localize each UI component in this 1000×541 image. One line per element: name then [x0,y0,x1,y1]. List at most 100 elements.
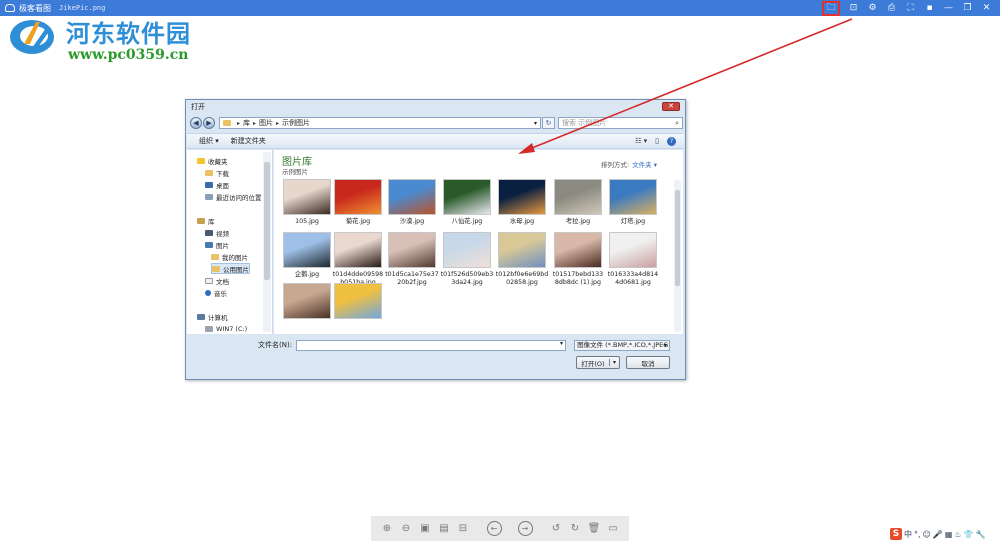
ime-tray-icon[interactable]: °, [914,530,921,539]
file-name-label: t01f526d509eb33da24.jpg [440,271,494,286]
navigation-pane: 收藏夹 下载 桌面 最近访问的位置 库 视频 图片 我的图片 公用图片 文档 音… [187,150,273,334]
ime-tray-icon[interactable]: ☺ [923,530,931,539]
restore-icon[interactable]: ❐ [960,1,975,15]
search-icon: ⌕ [675,118,679,127]
previous-icon[interactable]: ← [486,521,502,536]
crop-icon[interactable]: ⊡ [846,1,861,15]
organize-button[interactable]: 组织 ▾ [199,136,219,146]
nav-video[interactable]: 视频 [205,227,229,238]
file-thumbnail[interactable]: 八仙花.jpg [441,179,493,226]
file-type-filter[interactable]: 图像文件 (*.BMP,*.ICO,*.JPEG ▾ [574,339,671,351]
file-thumbnail[interactable] [281,283,333,319]
ime-tray-icon[interactable]: ♨ [954,530,961,539]
file-thumbnail[interactable]: 105.jpg [281,179,333,226]
file-thumbnail[interactable]: 沙漠.jpg [386,179,438,226]
new-folder-button[interactable]: 新建文件夹 [231,136,266,146]
nav-public-pictures[interactable]: 公用图片 [211,263,250,274]
minimize-icon[interactable]: — [941,1,956,15]
delete-icon[interactable]: 🗑 [587,521,602,536]
address-dropdown-icon[interactable]: ▾ [534,120,537,127]
file-thumbnail[interactable]: t01d5ca1e75e3720b2f.jpg [385,232,439,287]
address-bar[interactable]: ▸ 库 ▸ 图片 ▸ 示例图片 ▾ [219,117,541,129]
file-thumbnail[interactable]: 灯塔.jpg [607,179,659,226]
open-options-chevron-icon[interactable]: ▾ [609,359,619,366]
nav-download[interactable]: 下载 [205,167,229,178]
dialog-close-button[interactable]: ✕ [662,102,680,111]
actual-size-icon[interactable]: ▤ [437,521,452,536]
file-thumbnail[interactable]: t01f526d509eb33da24.jpg [441,232,493,287]
close-icon[interactable]: ✕ [979,1,994,15]
music-icon [205,289,211,296]
thumbnail-image [443,179,491,215]
nav-desktop[interactable]: 桌面 [205,179,229,190]
thumbnail-image [283,232,331,268]
nav-pictures[interactable]: 图片 [205,239,229,250]
next-icon[interactable]: → [517,521,533,536]
file-thumbnail[interactable]: 考拉.jpg [552,179,604,226]
rotate-right-icon[interactable]: ↻ [568,521,583,536]
nav-favorites[interactable]: 收藏夹 [197,155,228,166]
open-button[interactable]: 打开(O) ▾ [576,356,620,369]
nav-my-pictures[interactable]: 我的图片 [211,251,248,262]
search-input[interactable]: 搜索 示例图片 ⌕ [558,117,683,129]
thumbnail-image [443,232,491,268]
save-icon[interactable]: ▭ [606,521,621,536]
filename-label: 文件名(N): [258,341,293,349]
open-folder-icon[interactable]: 🗀 [822,0,840,16]
nav-scrollbar[interactable] [263,152,271,332]
nav-documents[interactable]: 文档 [205,275,229,286]
file-thumbnail[interactable]: 企鹅.jpg [281,232,333,279]
ime-tray-icon[interactable]: 🔧 [976,530,986,539]
nav-scroll-thumb[interactable] [264,162,270,280]
ime-tray-icon[interactable]: 👕 [964,530,974,539]
file-list-scrollbar[interactable] [674,180,681,332]
file-thumbnail[interactable]: 菊花.jpg [332,179,384,226]
forward-button[interactable]: ▶ [203,117,215,129]
view-options-icon[interactable]: ☷ ▾ [635,137,647,145]
open-file-dialog: 打开 ✕ ◀ ▶ ▸ 库 ▸ 图片 ▸ 示例图片 ▾ ↻ 搜索 示例图片 ⌕ 组… [185,99,686,380]
breadcrumb-library[interactable]: 库 [243,118,250,128]
breadcrumb-pictures[interactable]: 图片 [259,118,273,128]
file-name-label: t01d5ca1e75e3720b2f.jpg [385,271,439,286]
sogou-logo-icon[interactable]: S [890,528,902,540]
rotate-left-icon[interactable]: ↺ [549,521,564,536]
cancel-button[interactable]: 取消 [626,356,670,369]
documents-icon [205,277,213,284]
zoom-out-icon[interactable]: ⊖ [399,521,414,536]
thumbnail-image [334,179,382,215]
pin-icon[interactable]: ▪ [922,1,937,15]
back-button[interactable]: ◀ [190,117,202,129]
nav-libraries[interactable]: 库 [197,215,215,226]
refresh-button[interactable]: ↻ [542,117,555,129]
ime-tray-icon[interactable]: 🎤 [933,530,943,539]
ime-tray-icon[interactable]: ▦ [945,530,953,539]
breadcrumb-sample-pictures[interactable]: 示例图片 [282,118,310,128]
file-thumbnail[interactable]: t016333a4d8144d0681.jpg [607,232,659,287]
nav-computer[interactable]: 计算机 [197,311,228,322]
file-thumbnail[interactable]: t01517bebd1338db8dc (1).jpg [552,232,604,287]
preview-pane-icon[interactable]: ▯ [655,137,659,145]
fit-window-icon[interactable]: ▣ [418,521,433,536]
ime-tray-icon[interactable]: 中 [904,529,912,540]
arrange-by-dropdown[interactable]: 文件夹 ▾ [632,161,657,169]
file-thumbnail[interactable] [332,283,384,319]
file-scroll-thumb[interactable] [675,190,680,286]
nav-music[interactable]: 音乐 [205,287,227,298]
zoom-in-icon[interactable]: ⊕ [380,521,395,536]
filename-input[interactable] [296,339,567,351]
file-thumbnail[interactable]: t012bf0e6e69bd02858.jpg [496,232,548,287]
slideshow-icon[interactable]: ⊟ [456,521,471,536]
nav-drive-c[interactable]: WIN7 (C:) [205,323,247,334]
thumbnail-image [498,179,546,215]
recent-places-icon [205,193,213,200]
print-icon[interactable]: ⎙ [884,1,899,15]
download-folder-icon [205,169,213,176]
help-icon[interactable]: ? [667,136,676,146]
settings-icon[interactable]: ⚙ [865,1,880,15]
file-thumbnail[interactable]: 水母.jpg [496,179,548,226]
file-thumbnail[interactable]: t01d4dde09598b051ba.jpg [332,232,384,287]
file-name-label: 沙漠.jpg [399,218,425,225]
thumbnail-image [554,232,602,268]
fullscreen-icon[interactable]: ⛶ [903,1,918,15]
nav-recent[interactable]: 最近访问的位置 [205,191,262,202]
